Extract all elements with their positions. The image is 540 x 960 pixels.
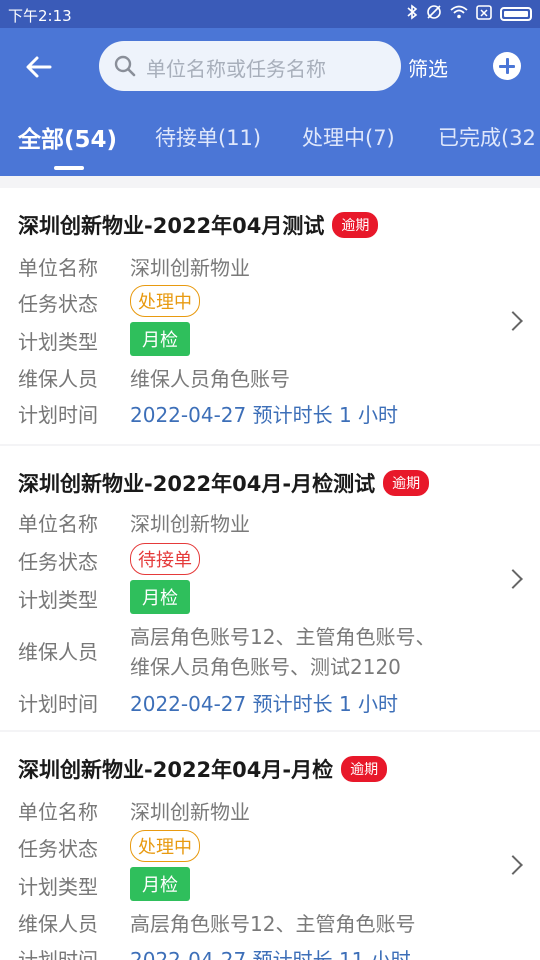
staff-label: 维保人员 bbox=[18, 367, 98, 391]
search-input[interactable]: 单位名称或任务名称 bbox=[99, 41, 401, 91]
plan-type-tag: 月检 bbox=[130, 322, 190, 356]
unit-label: 单位名称 bbox=[18, 256, 98, 280]
task-title-text: 深圳创新物业-2022年04月-月检 bbox=[18, 758, 334, 782]
status-label: 任务状态 bbox=[18, 292, 98, 316]
battery-icon bbox=[500, 7, 532, 21]
plan-type-label: 计划类型 bbox=[18, 875, 98, 899]
status-time: 下午2:13 bbox=[8, 7, 72, 25]
unit-value: 深圳创新物业 bbox=[130, 256, 250, 280]
plan-time-label: 计划时间 bbox=[18, 403, 98, 427]
staff-label: 维保人员 bbox=[18, 912, 98, 936]
chevron-right-icon[interactable] bbox=[503, 855, 523, 875]
plan-time-value: 2022-04-27 预计时长 1 小时 bbox=[130, 403, 399, 427]
status-label: 任务状态 bbox=[18, 550, 98, 574]
status-badge: 处理中 bbox=[130, 285, 200, 317]
task-title: 深圳创新物业-2022年04月-月检测试 逾期 bbox=[18, 468, 430, 498]
filter-button[interactable]: 筛选 bbox=[408, 53, 448, 82]
task-card[interactable]: 深圳创新物业-2022年04月-月检测试 逾期 单位名称 深圳创新物业 任务状态 … bbox=[0, 446, 540, 730]
chevron-right-icon[interactable] bbox=[503, 569, 523, 589]
staff-label: 维保人员 bbox=[18, 640, 98, 664]
task-card[interactable]: 深圳创新物业-2022年04月测试 逾期 单位名称 深圳创新物业 任务状态 处理中… bbox=[0, 188, 540, 444]
tab-completed[interactable]: 已完成(32 bbox=[438, 122, 536, 152]
bluetooth-icon bbox=[406, 4, 418, 24]
plan-type-label: 计划类型 bbox=[18, 330, 98, 354]
status-bar: 下午2:13 bbox=[0, 0, 540, 28]
tab-pending[interactable]: 待接单(11) bbox=[155, 122, 261, 152]
plan-time-label: 计划时间 bbox=[18, 948, 98, 960]
task-card[interactable]: 深圳创新物业-2022年04月-月检 逾期 单位名称 深圳创新物业 任务状态 处理… bbox=[0, 732, 540, 960]
sim-icon bbox=[476, 4, 492, 24]
chevron-right-icon[interactable] bbox=[503, 311, 523, 331]
plan-time-label: 计划时间 bbox=[18, 692, 98, 716]
task-title-text: 深圳创新物业-2022年04月-月检测试 bbox=[18, 472, 376, 496]
tab-bar: 全部(54) 待接单(11) 处理中(7) 已完成(32 bbox=[0, 120, 540, 176]
unit-label: 单位名称 bbox=[18, 800, 98, 824]
tab-processing[interactable]: 处理中(7) bbox=[302, 122, 395, 152]
tab-indicator bbox=[54, 166, 84, 170]
search-placeholder: 单位名称或任务名称 bbox=[146, 57, 326, 81]
search-icon bbox=[113, 54, 137, 82]
app-header: 单位名称或任务名称 筛选 全部(54) 待接单(11) 处理中(7) 已完成(3… bbox=[0, 28, 540, 176]
unit-value: 深圳创新物业 bbox=[130, 512, 250, 536]
plan-time-value: 2022-04-27 预计时长 1 小时 bbox=[130, 692, 399, 716]
status-label: 任务状态 bbox=[18, 837, 98, 861]
unit-value: 深圳创新物业 bbox=[130, 800, 250, 824]
task-title: 深圳创新物业-2022年04月-月检 逾期 bbox=[18, 754, 388, 784]
unit-label: 单位名称 bbox=[18, 512, 98, 536]
plan-time-value: 2022-04-27 预计时长 11 小时 bbox=[130, 948, 411, 960]
add-icon[interactable] bbox=[493, 52, 521, 80]
wifi-icon bbox=[450, 5, 468, 23]
plan-type-tag: 月检 bbox=[130, 580, 190, 614]
back-arrow-icon[interactable] bbox=[22, 50, 56, 84]
overdue-badge: 逾期 bbox=[332, 212, 379, 238]
task-list: 深圳创新物业-2022年04月测试 逾期 单位名称 深圳创新物业 任务状态 处理中… bbox=[0, 176, 540, 960]
status-icons bbox=[406, 4, 532, 24]
plan-type-tag: 月检 bbox=[130, 867, 190, 901]
status-badge: 处理中 bbox=[130, 830, 200, 862]
task-title-text: 深圳创新物业-2022年04月测试 bbox=[18, 214, 325, 238]
staff-value: 高层角色账号12、主管角色账号 bbox=[130, 912, 416, 936]
tab-all[interactable]: 全部(54) bbox=[18, 120, 117, 154]
overdue-badge: 逾期 bbox=[383, 470, 430, 496]
mute-icon bbox=[426, 4, 442, 24]
staff-value-line2: 维保人员角色账号、测试2120 bbox=[130, 655, 401, 679]
staff-value-line1: 高层角色账号12、主管角色账号、 bbox=[130, 625, 436, 649]
overdue-badge: 逾期 bbox=[341, 756, 388, 782]
plan-type-label: 计划类型 bbox=[18, 588, 98, 612]
status-badge: 待接单 bbox=[130, 543, 200, 575]
staff-value: 维保人员角色账号 bbox=[130, 367, 290, 391]
task-title: 深圳创新物业-2022年04月测试 逾期 bbox=[18, 210, 379, 240]
